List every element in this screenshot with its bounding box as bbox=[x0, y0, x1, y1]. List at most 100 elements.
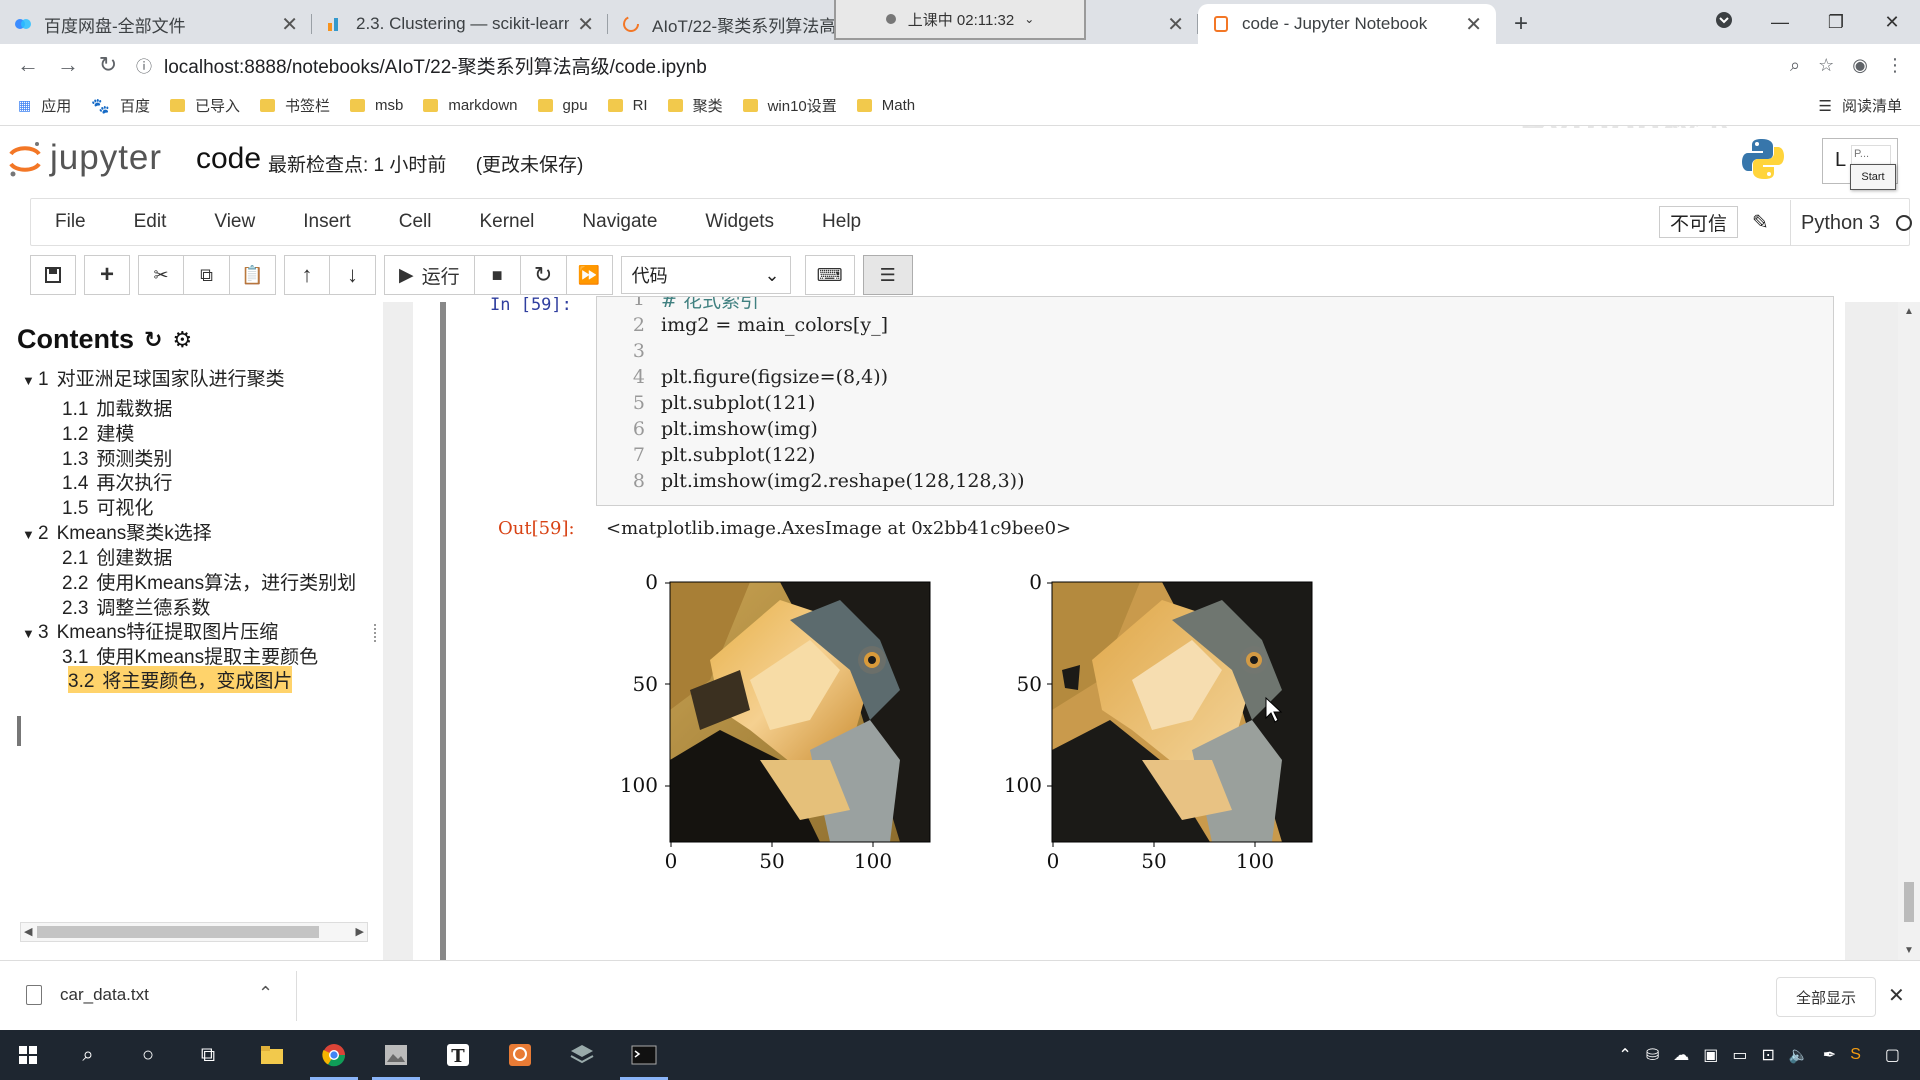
bookmark-apps[interactable]: ▦ 应用 bbox=[18, 95, 71, 116]
cloud-icon[interactable]: ☁ bbox=[1673, 1045, 1689, 1065]
toc-item[interactable]: 2.3 调整兰德系数 bbox=[62, 593, 210, 620]
fast-forward-icon[interactable]: ⏩ bbox=[566, 255, 613, 295]
paste-icon[interactable]: 📋 bbox=[230, 255, 276, 295]
toc-item[interactable]: 1.5 可视化 bbox=[62, 493, 153, 520]
info-icon[interactable]: ⓘ bbox=[136, 53, 164, 77]
zoom-icon[interactable]: ⌕ bbox=[1790, 55, 1800, 76]
save-icon[interactable] bbox=[30, 255, 76, 295]
terminal-icon[interactable] bbox=[616, 1030, 672, 1080]
chevron-up-icon[interactable]: ⌃ bbox=[258, 983, 273, 1004]
task-view-icon[interactable]: ⧉ bbox=[180, 1030, 236, 1080]
stop-icon[interactable]: ■ bbox=[474, 255, 521, 295]
scroll-left-icon[interactable]: ◀ bbox=[24, 925, 32, 938]
bookmark-folder[interactable]: msb bbox=[349, 97, 403, 114]
scroll-up-icon[interactable]: ▲ bbox=[1904, 306, 1914, 317]
reading-list[interactable]: ☰ 阅读清单 bbox=[1819, 95, 1902, 116]
chevron-up-icon[interactable]: ⌃ bbox=[1618, 1045, 1631, 1065]
menu-widgets[interactable]: Widgets bbox=[681, 211, 798, 233]
toc-item[interactable]: 1.1 加载数据 bbox=[62, 394, 172, 421]
menu-help[interactable]: Help bbox=[798, 211, 885, 233]
toc-toggle-icon[interactable]: ☰ bbox=[862, 255, 913, 295]
toc-splitter[interactable] bbox=[383, 302, 413, 960]
scroll-right-icon[interactable]: ▶ bbox=[356, 925, 364, 938]
camera-icon[interactable]: ▣ bbox=[1703, 1045, 1718, 1065]
collapse-triangle-icon[interactable]: ▼ bbox=[22, 373, 38, 388]
insert-cell-icon[interactable]: + bbox=[84, 255, 130, 295]
bookmark-folder[interactable]: 已导入 bbox=[169, 95, 240, 116]
gear-icon[interactable]: ⚙ bbox=[172, 327, 192, 353]
pencil-icon[interactable]: ✎ bbox=[1752, 210, 1769, 235]
collapse-triangle-icon[interactable]: ▼ bbox=[22, 626, 38, 641]
jupyter-logo[interactable]: jupyter bbox=[8, 138, 162, 178]
menu-view[interactable]: View bbox=[190, 211, 279, 233]
show-all-button[interactable]: 全部显示 bbox=[1776, 977, 1876, 1017]
notebook-vertical-scrollbar[interactable]: ▲ ▼ bbox=[1898, 302, 1920, 960]
toc-item[interactable]: 3.1 使用Kmeans提取主要颜色 bbox=[62, 642, 318, 669]
copy-icon[interactable]: ⧉ bbox=[184, 255, 230, 295]
start-button[interactable]: Start bbox=[1850, 164, 1896, 190]
search-icon[interactable]: ⌕ bbox=[60, 1030, 116, 1080]
collapse-triangle-icon[interactable]: ▼ bbox=[22, 527, 38, 542]
bookmark-folder[interactable]: 书签栏 bbox=[259, 95, 330, 116]
close-icon[interactable]: ✕ bbox=[281, 12, 298, 37]
chevron-down-icon[interactable]: ⌄ bbox=[1024, 12, 1034, 26]
chrome-icon[interactable] bbox=[306, 1030, 362, 1080]
run-button[interactable]: ▶ 运行 bbox=[384, 255, 475, 295]
reload-icon[interactable]: ↻ bbox=[88, 52, 128, 78]
toc-item[interactable]: 2.1 创建数据 bbox=[62, 543, 172, 570]
cortana-icon[interactable]: ○ bbox=[120, 1030, 176, 1080]
tab-sklearn[interactable]: 2.3. Clustering — scikit-learn 0 ✕ bbox=[312, 4, 608, 44]
menu-edit[interactable]: Edit bbox=[110, 211, 191, 233]
maximize-icon[interactable]: ❐ bbox=[1808, 12, 1864, 33]
bookmark-baidu[interactable]: 🐾 百度 bbox=[91, 95, 150, 116]
toc-item[interactable]: ▼ 2 Kmeans聚类k选择 bbox=[22, 518, 212, 545]
star-icon[interactable]: ☆ bbox=[1818, 55, 1834, 76]
powerpoint-icon[interactable] bbox=[492, 1030, 548, 1080]
bookmark-folder[interactable]: win10设置 bbox=[742, 95, 837, 116]
toc-item[interactable]: 1.4 再次执行 bbox=[62, 468, 172, 495]
network-icon[interactable]: ⊡ bbox=[1761, 1045, 1774, 1065]
scroll-down-icon[interactable]: ▼ bbox=[1904, 945, 1914, 956]
toc-item[interactable]: 3.2 将主要颜色，变成图片 bbox=[68, 666, 293, 693]
notebook-name[interactable]: code bbox=[196, 142, 261, 176]
forward-icon[interactable]: → bbox=[48, 52, 88, 78]
profile-icon[interactable]: ◉ bbox=[1852, 55, 1868, 76]
volume-icon[interactable]: 🔈 bbox=[1789, 1045, 1809, 1065]
restart-icon[interactable]: ↻ bbox=[520, 255, 567, 295]
close-icon[interactable]: ✕ bbox=[1465, 12, 1482, 37]
move-down-icon[interactable]: ↓ bbox=[330, 255, 376, 295]
tab-baidu[interactable]: 百度网盘-全部文件 ✕ bbox=[0, 4, 312, 44]
resize-grip-icon[interactable] bbox=[374, 624, 378, 642]
toc-horizontal-scrollbar[interactable]: ◀ ▶ bbox=[20, 922, 368, 942]
file-explorer-icon[interactable] bbox=[244, 1030, 300, 1080]
battery-icon[interactable]: ▭ bbox=[1732, 1045, 1747, 1065]
menu-cell[interactable]: Cell bbox=[375, 211, 456, 233]
bookmark-folder[interactable]: markdown bbox=[423, 97, 518, 114]
toc-item[interactable]: ▼ 1 对亚洲足球国家队进行聚类 bbox=[22, 364, 285, 391]
more-icon[interactable]: ⋮ bbox=[1886, 55, 1904, 76]
download-item[interactable]: car_data.txt bbox=[26, 985, 149, 1005]
keyboard-icon[interactable]: ⌨ bbox=[804, 255, 855, 295]
typora-icon[interactable]: T bbox=[430, 1030, 486, 1080]
menu-file[interactable]: File bbox=[31, 211, 110, 233]
toc-item[interactable]: 1.2 建模 bbox=[62, 419, 134, 446]
window-close-icon[interactable]: ✕ bbox=[1864, 12, 1920, 33]
sogou-ime-icon[interactable]: S bbox=[1850, 1046, 1861, 1064]
menu-navigate[interactable]: Navigate bbox=[558, 211, 681, 233]
scroll-thumb[interactable] bbox=[1904, 882, 1914, 922]
bookmark-folder[interactable]: gpu bbox=[537, 97, 588, 114]
cut-icon[interactable]: ✂ bbox=[138, 255, 184, 295]
toc-item[interactable]: 1.3 预测类别 bbox=[62, 444, 172, 471]
image-viewer-icon[interactable] bbox=[368, 1030, 424, 1080]
minimize-icon[interactable]: — bbox=[1752, 12, 1808, 33]
refresh-icon[interactable]: ↻ bbox=[144, 327, 162, 353]
usb-icon[interactable]: ⛁ bbox=[1646, 1045, 1659, 1065]
close-icon[interactable]: ✕ bbox=[1167, 12, 1184, 37]
cell-type-select[interactable]: 代码 ⌄ bbox=[620, 256, 791, 294]
bookmark-folder[interactable]: Math bbox=[856, 97, 915, 114]
windows-start-icon[interactable] bbox=[0, 1030, 56, 1080]
url-field[interactable]: ⓘ localhost:8888/notebooks/AIoT/22-聚类系列算… bbox=[136, 49, 1770, 81]
toc-item[interactable]: 2.2 使用Kmeans算法，进行类别划 bbox=[62, 568, 356, 595]
new-tab-button[interactable]: + bbox=[1496, 4, 1546, 44]
back-icon[interactable]: ← bbox=[8, 52, 48, 78]
